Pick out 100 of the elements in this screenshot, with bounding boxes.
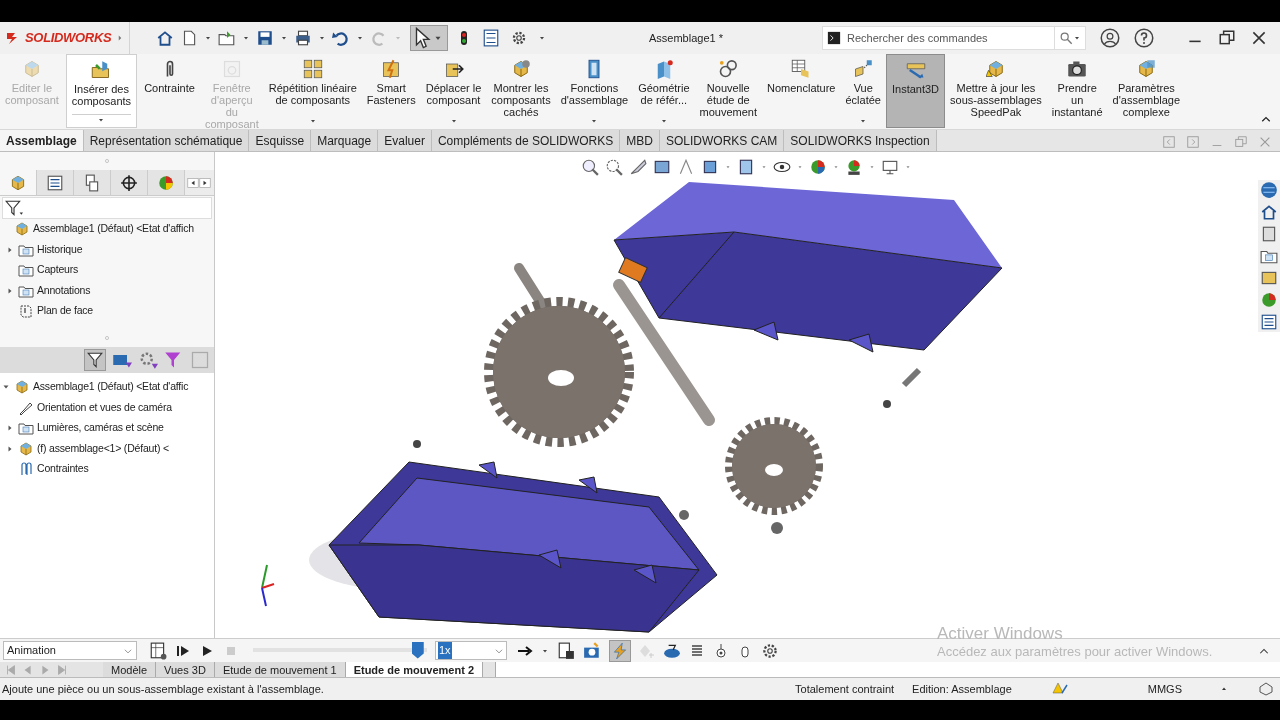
ribbon-button[interactable]: Déplacer le composant bbox=[420, 54, 487, 128]
paperclip-icon bbox=[18, 461, 34, 478]
ribbon-tab[interactable]: Assemblage bbox=[0, 130, 84, 151]
ribbon-button[interactable]: Mettre à jour les sous-assemblages SpeedPak bbox=[945, 54, 1047, 128]
appearance-tab[interactable] bbox=[148, 170, 185, 195]
globe-icon[interactable] bbox=[1260, 181, 1278, 199]
ribbon-tab[interactable]: SOLIDWORKS CAM bbox=[659, 130, 785, 151]
lightning-box-icon bbox=[381, 59, 402, 79]
edit-appearance-icon[interactable] bbox=[809, 158, 827, 176]
edit-mode-status: Edition: Assemblage bbox=[912, 681, 1012, 697]
damper-icon[interactable] bbox=[713, 642, 729, 659]
home-icon[interactable] bbox=[1260, 203, 1278, 221]
ribbon-button[interactable]: Prendre un instantané bbox=[1046, 54, 1108, 128]
ribbon-button[interactable]: Géométrie de référ... bbox=[633, 54, 695, 128]
ribbon-button[interactable]: Montrer les composants cachés bbox=[486, 54, 556, 128]
section-view-icon[interactable] bbox=[653, 158, 671, 176]
tree-item[interactable]: (f) assemblage<1> (Défaut) < bbox=[37, 440, 169, 457]
save-animation-icon[interactable] bbox=[557, 641, 575, 660]
assembly-icon bbox=[18, 440, 34, 457]
select-tool-button[interactable] bbox=[410, 25, 448, 51]
tree-item[interactable]: Lumières, caméras et scène bbox=[37, 420, 164, 437]
user-icon[interactable] bbox=[1100, 28, 1120, 48]
filter-gear-icon[interactable] bbox=[138, 350, 158, 370]
property-manager-tab[interactable] bbox=[37, 170, 74, 195]
ribbon-button[interactable]: Nouvelle étude de mouvement bbox=[694, 54, 762, 128]
ribbon-button[interactable]: Fonctions d'assemblage bbox=[555, 54, 634, 128]
ribbon-tab[interactable]: SOLIDWORKS Inspection bbox=[784, 130, 937, 151]
ribbon-tab[interactable]: Evaluer bbox=[378, 130, 432, 151]
dimxpert-tab[interactable] bbox=[111, 170, 148, 195]
list-icon[interactable] bbox=[1260, 313, 1278, 331]
tree-item[interactable]: Assemblage1 (Défaut) <Etat d'affic bbox=[33, 379, 189, 396]
motion-study-tab[interactable]: Etude de mouvement 1 bbox=[214, 662, 346, 677]
tree-item[interactable]: Historique bbox=[37, 241, 83, 258]
splitter-handle-icon[interactable] bbox=[102, 156, 112, 166]
filter-button[interactable] bbox=[84, 349, 106, 371]
ribbon-tab[interactable]: Esquisse bbox=[249, 130, 312, 151]
tree-item[interactable]: Orientation et vues de caméra bbox=[37, 399, 172, 416]
ribbon-button[interactable]: Nomenclature bbox=[762, 54, 841, 128]
tree-item[interactable]: Annotations bbox=[37, 282, 91, 299]
zoom-fit-icon[interactable] bbox=[581, 158, 599, 176]
color-ball-icon[interactable] bbox=[1260, 291, 1278, 309]
undo-icon[interactable] bbox=[332, 29, 350, 47]
tree-item[interactable]: Plan de face bbox=[37, 303, 93, 320]
configuration-manager-tab[interactable] bbox=[74, 170, 111, 195]
ribbon-tab[interactable]: Marquage bbox=[311, 130, 379, 151]
study-type-dropdown[interactable]: Animation bbox=[3, 641, 137, 660]
display-style-icon[interactable] bbox=[737, 158, 755, 176]
help-icon[interactable] bbox=[1134, 28, 1154, 48]
expand-arrow-icon[interactable] bbox=[6, 444, 14, 453]
spring-icon[interactable] bbox=[689, 642, 705, 659]
ribbon-button[interactable]: Contrainte bbox=[139, 54, 200, 128]
motion-study-tab[interactable]: Modèle bbox=[103, 662, 157, 677]
expand-arrow-icon[interactable] bbox=[6, 245, 14, 254]
terminal-icon bbox=[827, 31, 841, 45]
print-icon[interactable] bbox=[294, 29, 312, 47]
open-folder-icon[interactable] bbox=[218, 29, 236, 47]
search-icon[interactable] bbox=[1059, 31, 1073, 45]
search-bar[interactable]: Rechercher des commandes bbox=[822, 26, 1086, 50]
ribbon-button[interactable]: Instant3D bbox=[886, 54, 946, 128]
ribbon-tab[interactable]: MBD bbox=[620, 130, 660, 151]
ribbon-tab[interactable]: Compléments de SOLIDWORKS bbox=[431, 130, 621, 151]
timeline-slider[interactable] bbox=[253, 641, 427, 660]
list-icon bbox=[46, 173, 64, 192]
view-settings-icon[interactable] bbox=[881, 158, 899, 176]
expand-arrow-icon[interactable] bbox=[6, 424, 14, 433]
zoom-area-icon[interactable] bbox=[605, 158, 623, 176]
tree-item[interactable]: Capteurs bbox=[37, 262, 78, 279]
expand-arrow-icon[interactable] bbox=[6, 286, 14, 295]
slider-thumb[interactable] bbox=[411, 641, 424, 659]
grid-icon bbox=[302, 59, 323, 79]
save-icon[interactable] bbox=[256, 29, 274, 47]
search-input[interactable]: Rechercher des commandes bbox=[847, 29, 1047, 47]
speed-dropdown[interactable]: 1x bbox=[435, 641, 507, 660]
tree-item[interactable]: Contraintes bbox=[37, 461, 89, 478]
ribbon-tab[interactable]: Représentation schématique bbox=[83, 130, 250, 151]
axis-triad-icon bbox=[261, 564, 275, 607]
calculate-icon[interactable] bbox=[149, 641, 167, 660]
motion-study-tab[interactable]: Vues 3D bbox=[156, 662, 215, 677]
ribbon-button[interactable]: Paramètres d'assemblage complexe bbox=[1107, 54, 1186, 128]
restore-icon[interactable] bbox=[1218, 29, 1236, 47]
options-list-icon[interactable] bbox=[482, 29, 500, 47]
settings-icon[interactable] bbox=[761, 641, 779, 660]
splitter-handle-icon[interactable] bbox=[102, 333, 112, 343]
tree-item[interactable]: Assemblage1 (Défaut) <Etat d'affich bbox=[33, 221, 194, 238]
rebuild-warning-icon[interactable] bbox=[1051, 681, 1068, 697]
ribbon-button[interactable]: Insérer des composants bbox=[65, 54, 138, 128]
ribbon-button[interactable]: Vue éclatée bbox=[840, 54, 886, 128]
filter-icon[interactable] bbox=[5, 199, 23, 217]
camera-icon[interactable] bbox=[583, 641, 601, 660]
motion-study-tab[interactable]: Etude de mouvement 2 bbox=[345, 662, 484, 677]
settings-icon[interactable] bbox=[510, 29, 528, 47]
close-icon[interactable] bbox=[1250, 29, 1268, 47]
ribbon-button[interactable]: Smart Fasteners bbox=[361, 54, 421, 128]
ribbon-button[interactable]: Répétition linéaire de composants bbox=[263, 54, 362, 128]
view-orientation-icon[interactable] bbox=[701, 158, 719, 176]
cube-icon bbox=[1136, 59, 1157, 79]
motion-toggle-button[interactable] bbox=[609, 639, 631, 662]
plane-icon bbox=[18, 303, 34, 320]
home-icon[interactable] bbox=[156, 29, 174, 47]
scene-icon[interactable] bbox=[845, 158, 863, 176]
